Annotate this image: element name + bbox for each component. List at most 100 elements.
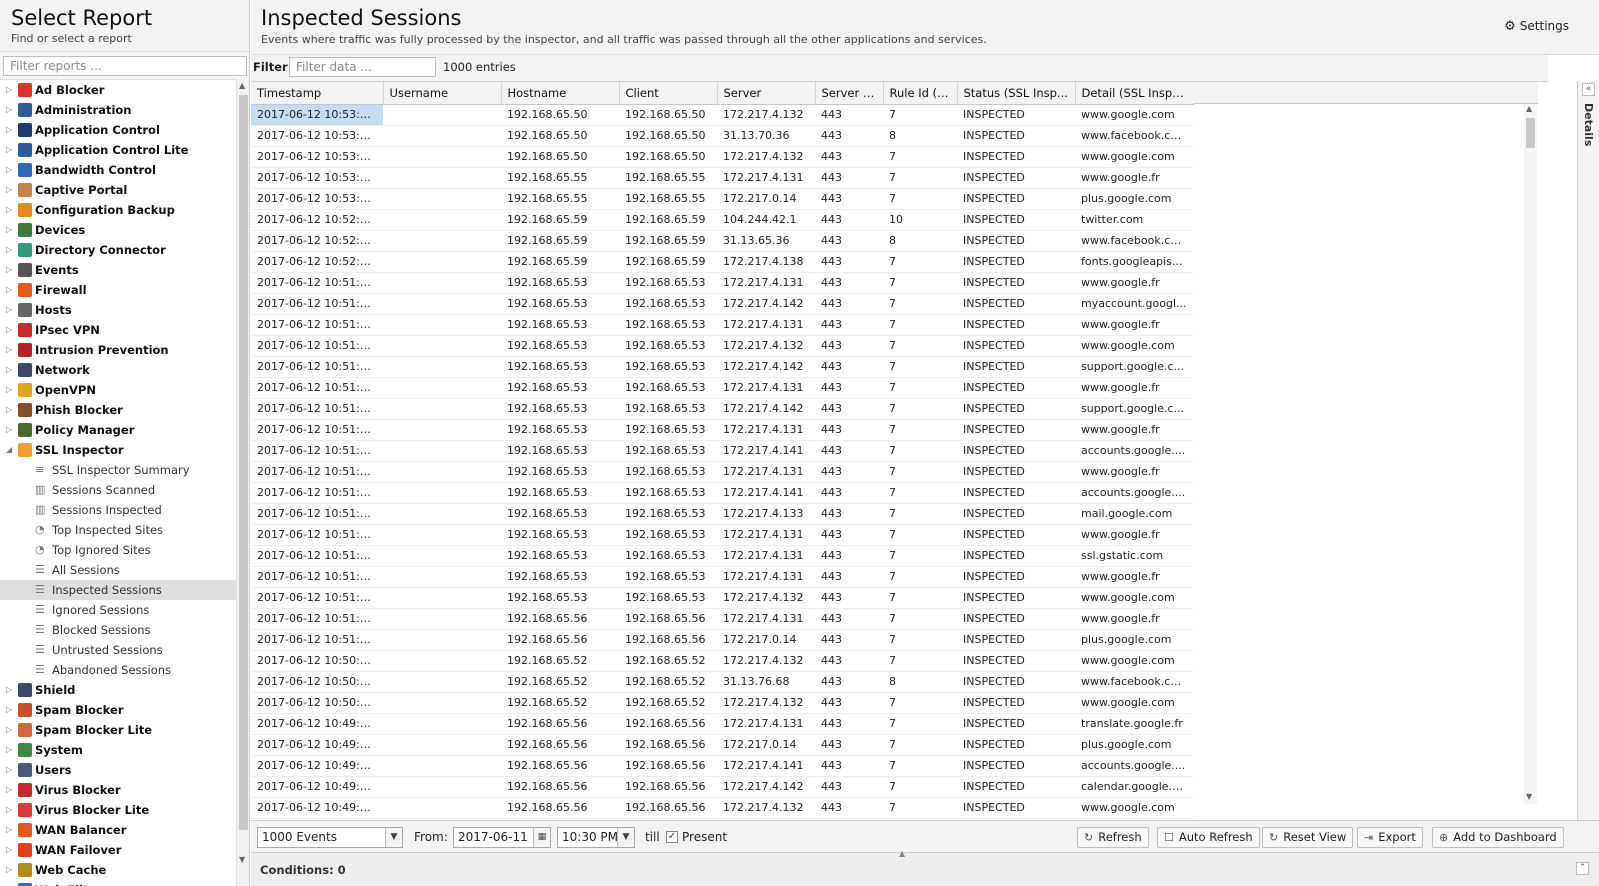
table-row[interactable]: 2017-06-12 10:53:5... 192.168.65.50 192.16… (251, 125, 1193, 147)
table-row[interactable]: 2017-06-12 10:49:4... 192.168.65.56 192.16… (251, 734, 1193, 756)
table-row[interactable]: 2017-06-12 10:51:0... 192.168.65.56 192.16… (251, 629, 1193, 651)
reset-view-button[interactable]: ↻ Reset View (1262, 827, 1354, 848)
table-row[interactable]: 2017-06-12 10:53:5... 192.168.65.50 192.16… (251, 146, 1193, 168)
tree-category-wan-failover[interactable]: ▷ WAN Failover (0, 840, 236, 860)
caret-right-icon[interactable]: ▷ (6, 740, 12, 760)
caret-right-icon[interactable]: ▷ (6, 180, 12, 200)
tree-category-phish-blocker[interactable]: ▷ Phish Blocker (0, 400, 236, 420)
table-row[interactable]: 2017-06-12 10:51:3... 192.168.65.53 192.16… (251, 587, 1193, 609)
caret-right-icon[interactable]: ▷ (6, 240, 12, 260)
table-row[interactable]: 2017-06-12 10:53:1... 192.168.65.55 192.16… (251, 188, 1193, 210)
table-row[interactable]: 2017-06-12 10:51:4... 192.168.65.53 192.16… (251, 272, 1193, 294)
table-row[interactable]: 2017-06-12 10:52:1... 192.168.65.59 192.16… (251, 251, 1193, 273)
caret-right-icon[interactable]: ▷ (6, 140, 12, 160)
tree-category-ssl-inspector[interactable]: ◢ SSL Inspector (0, 440, 236, 460)
tree-category-directory-connector[interactable]: ▷ Directory Connector (0, 240, 236, 260)
table-row[interactable]: 2017-06-12 10:51:3... 192.168.65.53 192.16… (251, 377, 1193, 399)
present-checkbox[interactable]: ✓ (666, 831, 678, 843)
table-row[interactable]: 2017-06-12 10:49:4... 192.168.65.56 192.16… (251, 776, 1193, 798)
tree-category-hosts[interactable]: ▷ Hosts (0, 300, 236, 320)
report-filter-input[interactable] (3, 56, 247, 76)
settings-button[interactable]: ⚙ Settings (1504, 19, 1569, 34)
scroll-up-icon[interactable]: ▲ (1526, 104, 1532, 113)
tree-category-bandwidth-control[interactable]: ▷ Bandwidth Control (0, 160, 236, 180)
caret-right-icon[interactable]: ▷ (6, 100, 12, 120)
table-row[interactable]: 2017-06-12 10:51:3... 192.168.65.53 192.16… (251, 545, 1193, 567)
report-tree-scrollbar[interactable]: ▲ ▼ (236, 79, 249, 886)
caret-right-icon[interactable]: ▷ (6, 420, 12, 440)
calendar-icon[interactable]: ▦ (533, 828, 550, 847)
scroll-up-icon[interactable]: ▲ (239, 81, 245, 90)
table-row[interactable]: 2017-06-12 10:51:3... 192.168.65.53 192.16… (251, 293, 1193, 315)
table-row[interactable]: 2017-06-12 10:53:1... 192.168.65.55 192.16… (251, 167, 1193, 189)
tree-category-devices[interactable]: ▷ Devices (0, 220, 236, 240)
caret-right-icon[interactable]: ▷ (6, 80, 12, 100)
tree-category-firewall[interactable]: ▷ Firewall (0, 280, 236, 300)
column-header[interactable]: Server P... (815, 82, 884, 105)
table-row[interactable]: 2017-06-12 10:51:3... 192.168.65.53 192.16… (251, 398, 1193, 420)
caret-right-icon[interactable]: ▷ (6, 760, 12, 780)
tree-category-web-filter[interactable]: ▷Web Filter (0, 880, 236, 886)
tree-category-administration[interactable]: ▷ Administration (0, 100, 236, 120)
column-header[interactable]: Hostname (501, 82, 620, 105)
collapse-left-icon[interactable]: « (1582, 83, 1595, 96)
caret-right-icon[interactable]: ▷ (6, 880, 12, 886)
expand-icon[interactable]: ⌃ (1576, 862, 1589, 875)
tree-category-ipsec-vpn[interactable]: ▷ IPsec VPN (0, 320, 236, 340)
caret-right-icon[interactable]: ▷ (6, 720, 12, 740)
table-row[interactable]: 2017-06-12 10:49:4... 192.168.65.56 192.16… (251, 755, 1193, 777)
tree-category-events[interactable]: ▷ Events (0, 260, 236, 280)
table-row[interactable]: 2017-06-12 10:51:3... 192.168.65.53 192.16… (251, 356, 1193, 378)
caret-down-icon[interactable]: ◢ (6, 440, 12, 460)
from-time-field[interactable]: 10:30 PM ▼ (557, 827, 635, 848)
tree-category-web-cache[interactable]: ▷ Web Cache (0, 860, 236, 880)
table-row[interactable]: 2017-06-12 10:50:2... 192.168.65.52 192.16… (251, 692, 1193, 714)
caret-right-icon[interactable]: ▷ (6, 700, 12, 720)
tree-category-captive-portal[interactable]: ▷ Captive Portal (0, 180, 236, 200)
events-limit-select[interactable]: 1000 Events ▼ (257, 827, 403, 848)
column-header[interactable]: Rule Id (S... (883, 82, 958, 105)
caret-right-icon[interactable]: ▷ (6, 340, 12, 360)
grid-scrollbar[interactable]: ▲ ▼ (1524, 104, 1537, 804)
table-row[interactable]: 2017-06-12 10:51:3... 192.168.65.53 192.16… (251, 503, 1193, 525)
add-to-dashboard-button[interactable]: ⊕ Add to Dashboard (1432, 827, 1564, 848)
export-button[interactable]: ⇥ Export (1357, 827, 1423, 848)
tree-report-untrusted-sessions[interactable]: ☰ Untrusted Sessions (0, 640, 236, 660)
table-row[interactable]: 2017-06-12 10:51:3... 192.168.65.53 192.16… (251, 524, 1193, 546)
tree-report-all-sessions[interactable]: ☰ All Sessions (0, 560, 236, 580)
caret-right-icon[interactable]: ▷ (6, 200, 12, 220)
tree-category-configuration-backup[interactable]: ▷ Configuration Backup (0, 200, 236, 220)
tree-category-application-control-lite[interactable]: ▷ Application Control Lite (0, 140, 236, 160)
tree-category-intrusion-prevention[interactable]: ▷ Intrusion Prevention (0, 340, 236, 360)
caret-right-icon[interactable]: ▷ (6, 380, 12, 400)
tree-report-abandoned-sessions[interactable]: ☰ Abandoned Sessions (0, 660, 236, 680)
table-row[interactable]: 2017-06-12 10:51:3... 192.168.65.53 192.16… (251, 440, 1193, 462)
table-row[interactable]: 2017-06-12 10:51:3... 192.168.65.53 192.16… (251, 461, 1193, 483)
tree-category-network[interactable]: ▷ Network (0, 360, 236, 380)
caret-right-icon[interactable]: ▷ (6, 800, 12, 820)
caret-right-icon[interactable]: ▷ (6, 860, 12, 880)
table-row[interactable]: 2017-06-12 10:53:5... 192.168.65.50 192.16… (251, 104, 1193, 126)
tree-category-ad-blocker[interactable]: ▷ Ad Blocker (0, 80, 236, 100)
table-row[interactable]: 2017-06-12 10:49:4... 192.168.65.56 192.16… (251, 713, 1193, 735)
tree-category-policy-manager[interactable]: ▷ Policy Manager (0, 420, 236, 440)
scroll-thumb[interactable] (239, 95, 248, 830)
caret-right-icon[interactable]: ▷ (6, 400, 12, 420)
tree-report-top-inspected-sites[interactable]: ◔ Top Inspected Sites (0, 520, 236, 540)
caret-right-icon[interactable]: ▷ (6, 220, 12, 240)
table-row[interactable]: 2017-06-12 10:51:3... 192.168.65.53 192.16… (251, 419, 1193, 441)
table-row[interactable]: 2017-06-12 10:49:4... 192.168.65.56 192.16… (251, 797, 1193, 819)
tree-report-sessions-inspected[interactable]: ▥ Sessions Inspected (0, 500, 236, 520)
auto-refresh-button[interactable]: ☐ Auto Refresh (1157, 827, 1260, 848)
data-filter-input[interactable] (289, 57, 436, 77)
tree-report-ignored-sessions[interactable]: ☰ Ignored Sessions (0, 600, 236, 620)
caret-right-icon[interactable]: ▷ (6, 840, 12, 860)
tree-report-blocked-sessions[interactable]: ☰ Blocked Sessions (0, 620, 236, 640)
caret-right-icon[interactable]: ▷ (6, 300, 12, 320)
table-row[interactable]: 2017-06-12 10:52:1... 192.168.65.59 192.16… (251, 230, 1193, 252)
tree-category-application-control[interactable]: ▷ Application Control (0, 120, 236, 140)
tree-report-ssl-inspector-summary[interactable]: ≡ SSL Inspector Summary (0, 460, 236, 480)
table-row[interactable]: 2017-06-12 10:50:2... 192.168.65.52 192.16… (251, 650, 1193, 672)
scroll-thumb[interactable] (1526, 118, 1535, 148)
caret-right-icon[interactable]: ▷ (6, 780, 12, 800)
